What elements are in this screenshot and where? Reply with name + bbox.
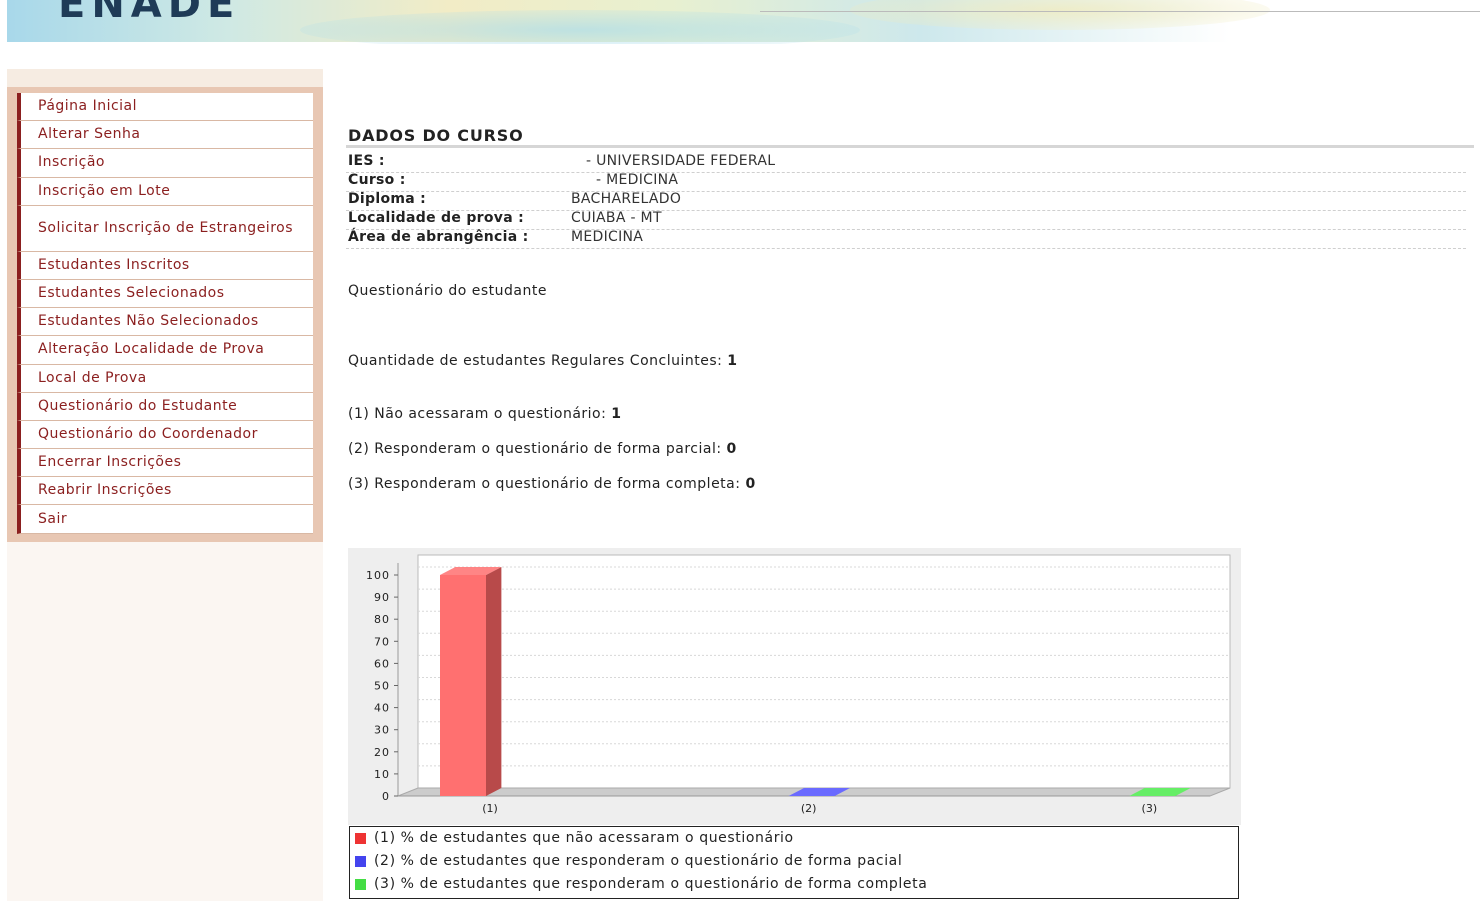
- course-row-curso: Curso : - MEDICINA: [346, 172, 1466, 192]
- y-tick-label: 90: [374, 591, 390, 604]
- field-value: - MEDICINA: [596, 172, 679, 188]
- stat-label: (3) Responderam o questionário de forma …: [348, 476, 741, 492]
- stat-label: (1) Não acessaram o questionário:: [348, 406, 607, 422]
- bar: [440, 575, 486, 796]
- stat-complete: (3) Responderam o questionário de forma …: [348, 476, 756, 492]
- field-label: Curso :: [348, 172, 406, 188]
- menu-item-local-de-prova[interactable]: Local de Prova: [17, 364, 313, 393]
- menu-item-questionario-estudante[interactable]: Questionário do Estudante: [17, 392, 313, 421]
- menu-item-inscricao[interactable]: Inscrição: [17, 149, 313, 178]
- field-label: Localidade de prova :: [348, 210, 525, 226]
- y-tick-label: 80: [374, 613, 390, 626]
- menu-item-alterar-senha[interactable]: Alterar Senha: [17, 121, 313, 150]
- field-value: CUIABA - MT: [571, 210, 662, 226]
- stat-partial: (2) Responderam o questionário de forma …: [348, 441, 737, 457]
- header-wave-decoration: [300, 10, 860, 44]
- y-tick-label: 100: [366, 569, 390, 582]
- y-tick-label: 60: [374, 657, 390, 670]
- plot-area: [417, 554, 1231, 789]
- total-students: Quantidade de estudantes Regulares Concl…: [348, 353, 738, 369]
- stat-not-accessed: (1) Não acessaram o questionário: 1: [348, 406, 622, 422]
- menu-item-solicitar-inscricao-estrangeiros[interactable]: Solicitar Inscrição de Estrangeiros: [17, 205, 313, 252]
- menu-item-estudantes-inscritos[interactable]: Estudantes Inscritos: [17, 251, 313, 280]
- bar-side: [486, 567, 502, 796]
- legend-item: (3) % de estudantes que responderam o qu…: [355, 876, 927, 892]
- page-title: DADOS DO CURSO: [348, 126, 524, 145]
- logo: ENADE: [58, 0, 241, 27]
- legend-item: (1) % de estudantes que não acessaram o …: [355, 830, 794, 846]
- y-tick-label: 20: [374, 746, 390, 759]
- legend-label: (3) % de estudantes que responderam o qu…: [374, 876, 928, 892]
- total-students-label: Quantidade de estudantes Regulares Concl…: [348, 353, 723, 369]
- questionnaire-heading: Questionário do estudante: [348, 283, 547, 299]
- stat-value: 0: [726, 441, 737, 457]
- stat-value: 0: [745, 476, 756, 492]
- total-students-value: 1: [727, 353, 738, 369]
- field-value: MEDICINA: [571, 229, 644, 245]
- legend-label: (2) % de estudantes que responderam o qu…: [374, 853, 903, 869]
- field-label: Diploma :: [348, 191, 427, 207]
- menu-item-estudantes-selecionados[interactable]: Estudantes Selecionados: [17, 279, 313, 309]
- legend-label: (1) % de estudantes que não acessaram o …: [374, 830, 794, 846]
- y-tick-label: 10: [374, 768, 390, 781]
- course-row-ies: IES : - UNIVERSIDADE FEDERAL: [346, 153, 1466, 173]
- course-row-localidade: Localidade de prova : CUIABA - MT: [346, 210, 1466, 230]
- sidebar-header: [7, 69, 323, 87]
- bar-chart: 0 10 20 30 40 50 60 70 80 90 100 (1) (2) (3): [366, 554, 1231, 815]
- menu-item-estudantes-nao-selecionados[interactable]: Estudantes Não Selecionados: [17, 308, 313, 337]
- menu-item-sair[interactable]: Sair: [17, 505, 313, 534]
- field-label: IES :: [348, 153, 385, 169]
- x-tick-label: (3): [1142, 802, 1158, 815]
- x-tick-label: (1): [482, 802, 498, 815]
- y-tick-label: 50: [374, 680, 390, 693]
- menu-item-reabrir-inscricoes[interactable]: Reabrir Inscrições: [17, 477, 313, 506]
- menu-item-pagina-inicial[interactable]: Página Inicial: [17, 93, 313, 122]
- menu-item-inscricao-em-lote[interactable]: Inscrição em Lote: [17, 177, 313, 206]
- stat-value: 1: [611, 406, 622, 422]
- menu-item-encerrar-inscricoes[interactable]: Encerrar Inscrições: [17, 449, 313, 478]
- legend-swatch: [355, 832, 366, 844]
- chart-legend: (1) % de estudantes que não acessaram o …: [349, 826, 1239, 899]
- y-tick-label: 70: [374, 635, 390, 648]
- legend-swatch: [355, 855, 366, 867]
- course-row-diploma: Diploma : BACHARELADO: [346, 191, 1466, 211]
- stat-label: (2) Responderam o questionário de forma …: [348, 441, 722, 457]
- menu-item-alteracao-localidade[interactable]: Alteração Localidade de Prova: [17, 336, 313, 365]
- y-tick-label: 30: [374, 724, 390, 737]
- legend-item: (2) % de estudantes que responderam o qu…: [355, 853, 902, 869]
- y-tick-label: 0: [382, 790, 390, 803]
- menu-item-questionario-coordenador[interactable]: Questionário do Coordenador: [17, 420, 313, 450]
- field-value: BACHARELADO: [571, 191, 682, 207]
- sidebar-menu: Página Inicial Alterar Senha Inscrição I…: [17, 93, 313, 534]
- y-tick-label: 40: [374, 702, 390, 715]
- x-tick-label: (2): [801, 802, 817, 815]
- title-divider: [346, 145, 1474, 148]
- field-label: Área de abrangência :: [348, 229, 529, 245]
- header-divider: [760, 11, 1480, 12]
- field-value: - UNIVERSIDADE FEDERAL: [586, 153, 776, 169]
- header-banner: ENADE: [0, 0, 1480, 44]
- legend-swatch: [355, 878, 366, 890]
- course-row-area: Área de abrangência : MEDICINA: [346, 229, 1466, 249]
